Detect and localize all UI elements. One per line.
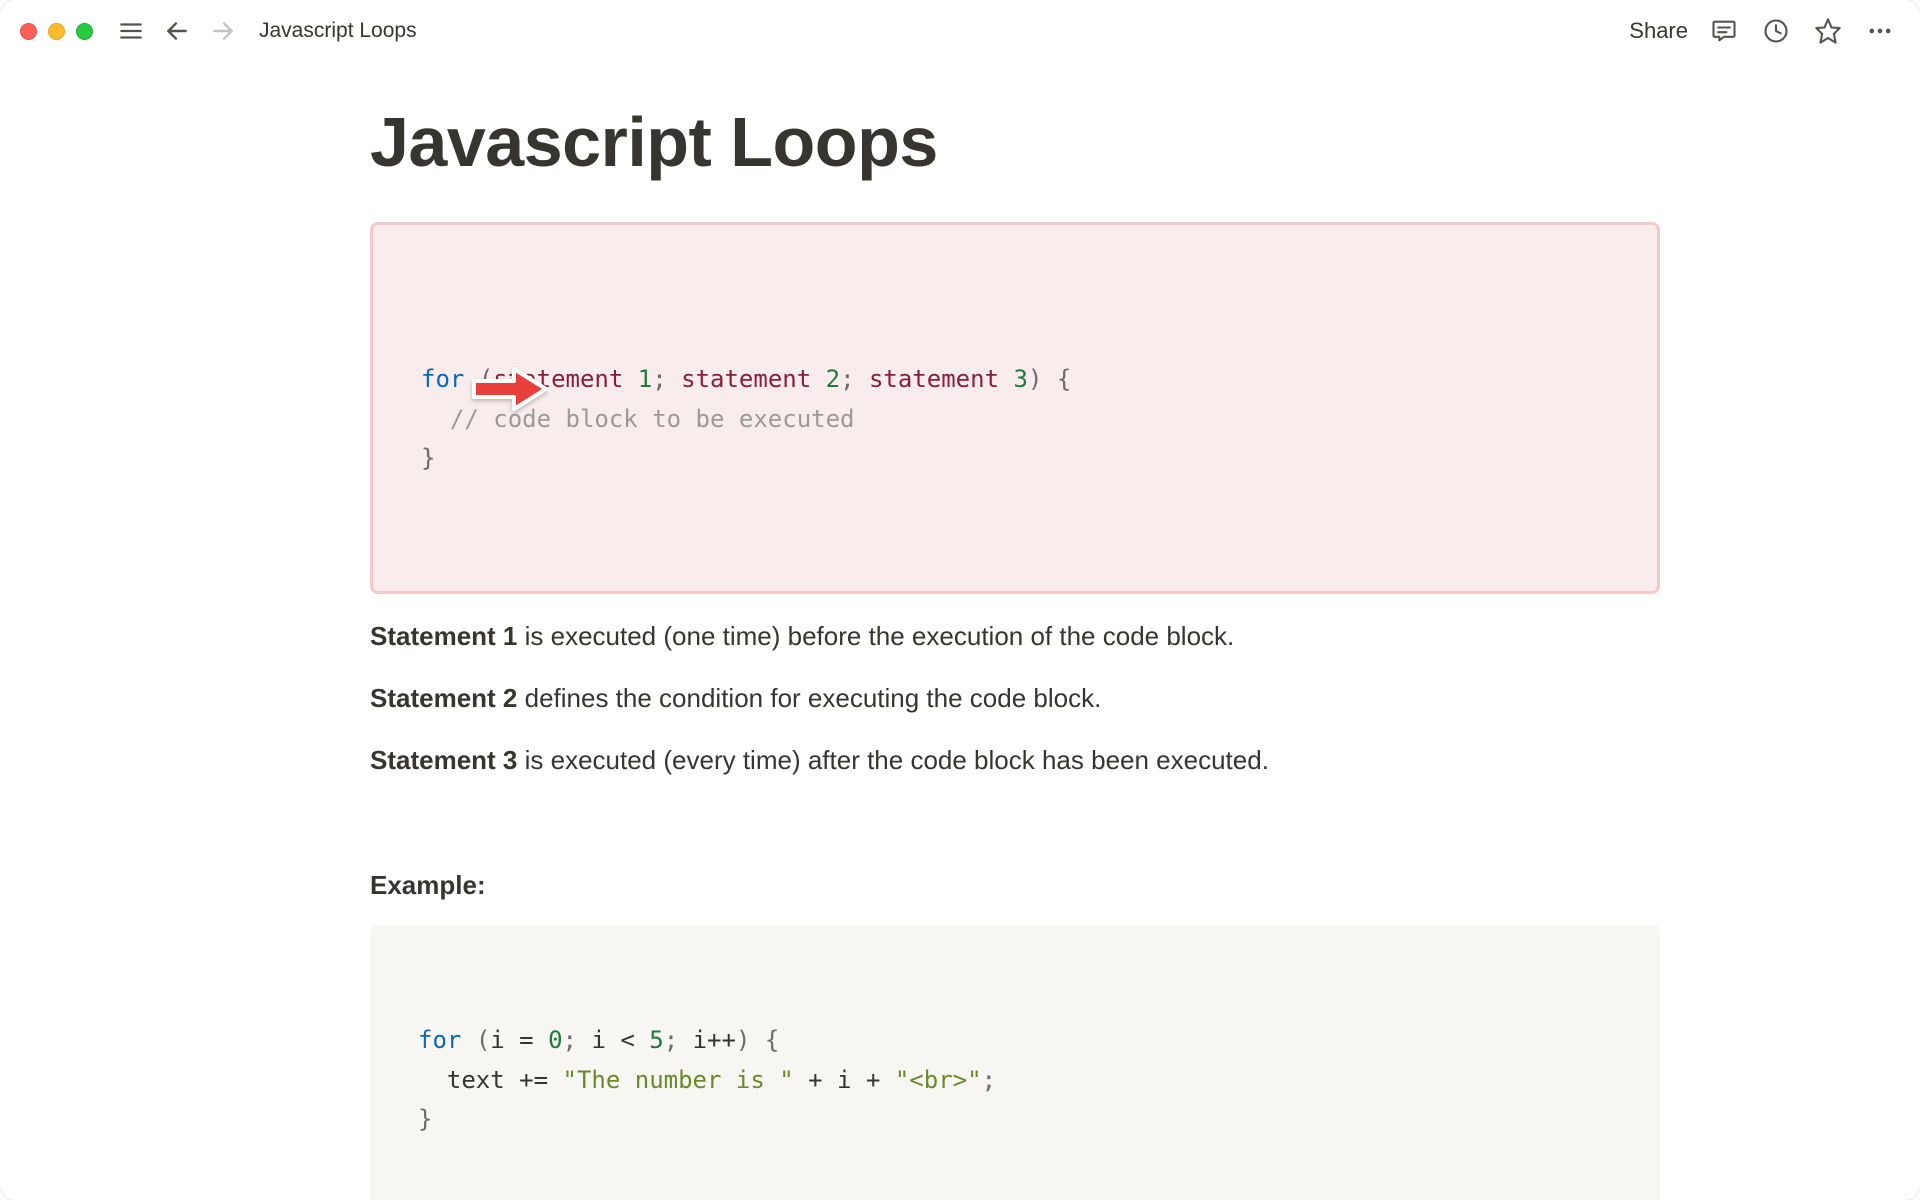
bold-text: Statement 3 [370, 745, 517, 775]
arrow-annotation-icon [295, 321, 548, 469]
comments-button[interactable] [1708, 15, 1740, 47]
code-token: ; [652, 365, 666, 393]
code-token: ; [840, 365, 854, 393]
code-token: i [837, 1066, 851, 1094]
paragraph: Statement 2 defines the condition for ex… [370, 678, 1660, 718]
code-token: ) [736, 1026, 750, 1054]
code-token: = [505, 1026, 548, 1054]
example-heading: Example: [370, 870, 1660, 901]
code-token: i [490, 1026, 504, 1054]
code-token: for [418, 1026, 461, 1054]
text: defines the condition for executing the … [517, 683, 1101, 713]
code-token: + [794, 1066, 837, 1094]
code-token: 3 [1013, 365, 1027, 393]
bold-text: Statement 2 [370, 683, 517, 713]
code-token: + [852, 1066, 895, 1094]
code-token: ) [1028, 365, 1042, 393]
code-token: { [1057, 365, 1071, 393]
topbar-right: Share [1629, 15, 1896, 47]
forward-button[interactable] [207, 15, 239, 47]
page-content: Javascript Loops [0, 62, 1920, 1200]
paragraph: Statement 3 is executed (every time) aft… [370, 740, 1660, 780]
code-token: "The number is " [563, 1066, 794, 1094]
close-window-button[interactable] [20, 23, 37, 40]
code-token: ; [664, 1026, 678, 1054]
text: is executed (every time) after the code … [517, 745, 1269, 775]
code-token: += [505, 1066, 563, 1094]
code-token: ( [476, 1026, 490, 1054]
text: is executed (one time) before the execut… [517, 621, 1234, 651]
favorite-button[interactable] [1812, 15, 1844, 47]
code-token: 2 [826, 365, 840, 393]
updates-button[interactable] [1760, 15, 1792, 47]
share-button[interactable]: Share [1629, 18, 1688, 44]
code-token: statement [869, 365, 1014, 393]
code-token: } [418, 1105, 432, 1133]
code-token: < [606, 1026, 649, 1054]
page-title: Javascript Loops [370, 102, 1660, 182]
code-token: { [765, 1026, 779, 1054]
code-token: text [447, 1066, 505, 1094]
breadcrumb[interactable]: Javascript Loops [259, 19, 417, 43]
bold-text: Statement 1 [370, 621, 517, 651]
sidebar-toggle-button[interactable] [115, 15, 147, 47]
code-token: 0 [548, 1026, 562, 1054]
more-button[interactable] [1864, 15, 1896, 47]
code-token: 1 [638, 365, 652, 393]
code-token: 5 [649, 1026, 663, 1054]
page: Javascript Loops [260, 102, 1660, 1200]
maximize-window-button[interactable] [76, 23, 93, 40]
code-block-syntax[interactable]: for (statement 1; statement 2; statement… [370, 222, 1660, 594]
app-window: Javascript Loops Share [0, 0, 1920, 1200]
code-token: i++ [693, 1026, 736, 1054]
back-button[interactable] [161, 15, 193, 47]
code-token: ; [982, 1066, 996, 1094]
code-token: i [591, 1026, 605, 1054]
topbar: Javascript Loops Share [0, 0, 1920, 62]
code-token: statement [681, 365, 826, 393]
code-block-example[interactable]: for (i = 0; i < 5; i++) { text += "The n… [370, 925, 1660, 1200]
code-token: ; [563, 1026, 577, 1054]
code-token: "<br>" [895, 1066, 982, 1094]
paragraph: Statement 1 is executed (one time) befor… [370, 616, 1660, 656]
minimize-window-button[interactable] [48, 23, 65, 40]
window-controls [20, 23, 93, 40]
